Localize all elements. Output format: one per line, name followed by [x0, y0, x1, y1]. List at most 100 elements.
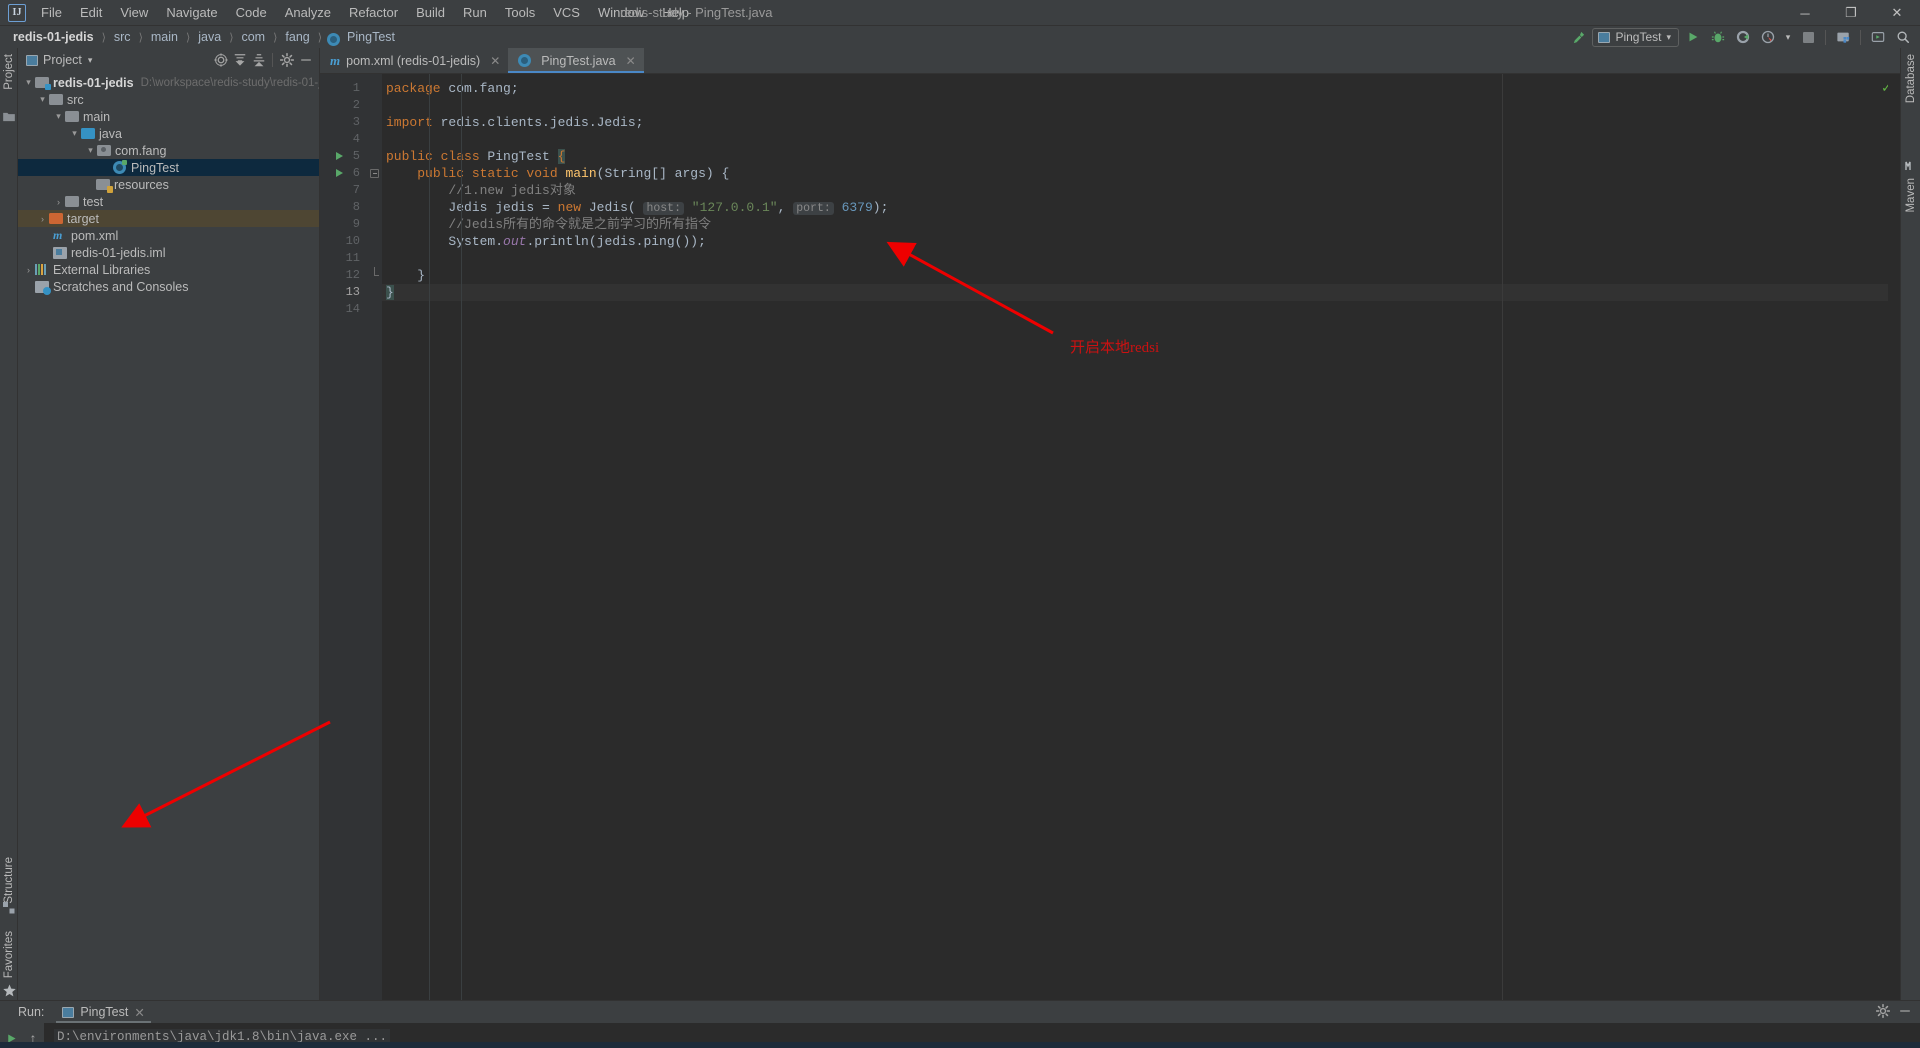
- menu-code[interactable]: Code: [227, 2, 276, 23]
- code-text[interactable]: package com.fang; import redis.clients.j…: [382, 74, 1900, 1000]
- code-line-1: package com.fang;: [386, 81, 519, 96]
- search-everywhere-icon[interactable]: [1892, 27, 1914, 47]
- menu-tools[interactable]: Tools: [496, 2, 544, 23]
- chevron-down-icon[interactable]: ▾: [52, 111, 65, 122]
- annotation-label-redis: 开启本地redsi: [1070, 340, 1160, 356]
- breadcrumb-item-pingtest[interactable]: PingTest: [344, 29, 398, 45]
- chevron-right-icon[interactable]: ›: [36, 214, 49, 224]
- code-line-10: System.out.println(jedis.ping());: [386, 234, 706, 249]
- updates-icon[interactable]: [1867, 27, 1889, 47]
- menu-run[interactable]: Run: [454, 2, 496, 23]
- close-button[interactable]: ✕: [1874, 0, 1920, 26]
- fold-region-handle[interactable]: [368, 165, 382, 182]
- chevron-right-icon[interactable]: ›: [52, 197, 65, 207]
- project-panel-title: Project: [43, 53, 82, 67]
- close-icon[interactable]: ✕: [626, 54, 636, 68]
- tree-node-external-libraries[interactable]: › External Libraries: [18, 261, 319, 278]
- tree-node-redis-01-jedis[interactable]: ▾ redis-01-jedis D:\workspace\redis-stud…: [18, 74, 319, 91]
- tree-node-com-fang[interactable]: ▾ com.fang: [18, 142, 319, 159]
- menu-file[interactable]: File: [32, 2, 71, 23]
- tab-pingtest-java[interactable]: PingTest.java ✕: [508, 48, 645, 73]
- maximize-button[interactable]: ❐: [1828, 0, 1874, 26]
- breadcrumb: redis-01-jedis ⟩ src ⟩ main ⟩ java ⟩ com…: [0, 29, 398, 46]
- tree-node-label: target: [67, 211, 99, 226]
- tree-node-target[interactable]: › target: [18, 210, 319, 227]
- menu-refactor[interactable]: Refactor: [340, 2, 407, 23]
- run-gutter-icon[interactable]: [336, 169, 343, 177]
- hide-panel-icon[interactable]: [296, 51, 315, 70]
- chevron-down-icon[interactable]: ▾: [36, 94, 49, 105]
- close-icon[interactable]: ✕: [490, 54, 500, 68]
- main-area: Project Structure Favorites Project ▾ ▾ …: [0, 48, 1920, 1000]
- menu-build[interactable]: Build: [407, 2, 454, 23]
- breadcrumb-separator: ⟩: [138, 31, 143, 44]
- menu-analyze[interactable]: Analyze: [276, 2, 340, 23]
- run-panel-label: Run:: [18, 1005, 45, 1019]
- breadcrumb-item-java[interactable]: java: [195, 29, 224, 45]
- close-icon[interactable]: ✕: [134, 1005, 144, 1020]
- chevron-down-icon[interactable]: ▾: [88, 55, 93, 66]
- panel-divider: [272, 53, 273, 67]
- tool-window-button-favorites[interactable]: Favorites: [3, 931, 15, 978]
- run-gutter-icon[interactable]: [336, 152, 343, 160]
- settings-gear-icon[interactable]: [277, 51, 296, 70]
- breadcrumb-separator: ⟩: [273, 31, 278, 44]
- code-line-3: import redis.clients.jedis.Jedis;: [386, 115, 644, 130]
- tab-pom-xml[interactable]: m pom.xml (redis-01-jedis) ✕: [320, 48, 508, 73]
- fold-region-end: [368, 267, 382, 284]
- tree-node-main[interactable]: ▾ main: [18, 108, 319, 125]
- breadcrumb-item-project[interactable]: redis-01-jedis: [10, 29, 97, 45]
- hammer-icon[interactable]: [1567, 27, 1589, 47]
- expand-all-icon[interactable]: [230, 51, 249, 70]
- tree-node-resources[interactable]: resources: [18, 176, 319, 193]
- debug-icon[interactable]: [1707, 27, 1729, 47]
- folder-icon[interactable]: [3, 110, 15, 122]
- tool-window-button-project[interactable]: Project: [3, 54, 15, 90]
- run-configuration-selector[interactable]: PingTest ▾: [1592, 27, 1679, 47]
- breadcrumb-item-fang[interactable]: fang: [282, 29, 312, 45]
- code-line-12: }: [386, 268, 426, 283]
- menu-view[interactable]: View: [111, 2, 157, 23]
- profiler-dropdown-caret-icon[interactable]: ▾: [1782, 27, 1794, 47]
- breadcrumb-item-com[interactable]: com: [238, 29, 268, 45]
- left-tool-strip: Project Structure Favorites: [0, 48, 18, 1000]
- chevron-down-icon[interactable]: ▾: [68, 128, 81, 139]
- tree-node-pom-xml[interactable]: m pom.xml: [18, 227, 319, 244]
- profiler-icon[interactable]: [1757, 27, 1779, 47]
- breadcrumb-item-main[interactable]: main: [148, 29, 181, 45]
- code-folding-gutter: [368, 74, 382, 1000]
- run-with-coverage-icon[interactable]: [1732, 27, 1754, 47]
- tool-window-button-database[interactable]: Database: [1905, 54, 1917, 103]
- settings-gear-icon[interactable]: [1875, 1003, 1891, 1021]
- run-icon[interactable]: [1682, 27, 1704, 47]
- code-editor[interactable]: 1 2 3 4 5 6 7 8 9 10 11 12 13 14 package…: [320, 74, 1900, 1000]
- chevron-right-icon[interactable]: ›: [22, 265, 35, 275]
- project-structure-icon[interactable]: [1832, 27, 1854, 47]
- chevron-down-icon[interactable]: ▾: [84, 145, 97, 156]
- collapse-all-icon[interactable]: [249, 51, 268, 70]
- run-tool-window: Run: PingTest ✕ » ↑: [0, 1000, 1920, 1048]
- project-tool-window: Project ▾ ▾ redis-01-jedis D:\workspace\…: [18, 48, 320, 1000]
- tool-window-button-structure[interactable]: Structure: [3, 857, 15, 904]
- tree-node-src[interactable]: ▾ src: [18, 91, 319, 108]
- menu-bar: File Edit View Navigate Code Analyze Ref…: [32, 2, 698, 23]
- minimize-button[interactable]: ─: [1782, 0, 1828, 26]
- menu-vcs[interactable]: VCS: [544, 2, 589, 23]
- run-tab-pingtest[interactable]: PingTest ✕: [56, 1001, 152, 1023]
- locate-icon[interactable]: [211, 51, 230, 70]
- breadcrumb-item-src[interactable]: src: [111, 29, 134, 45]
- tree-node-pingtest[interactable]: PingTest: [18, 159, 319, 176]
- run-panel-header-actions: [1875, 1001, 1912, 1023]
- tool-window-button-maven[interactable]: Maven: [1905, 178, 1917, 213]
- chevron-down-icon[interactable]: ▾: [22, 77, 35, 88]
- editor-scrollbar[interactable]: [1888, 74, 1900, 1000]
- stop-icon[interactable]: [1797, 27, 1819, 47]
- line-number: 9: [352, 217, 360, 231]
- tree-node-iml-file[interactable]: redis-01-jedis.iml: [18, 244, 319, 261]
- menu-navigate[interactable]: Navigate: [157, 2, 226, 23]
- menu-edit[interactable]: Edit: [71, 2, 111, 23]
- tree-node-scratches[interactable]: Scratches and Consoles: [18, 278, 319, 295]
- tree-node-test[interactable]: › test: [18, 193, 319, 210]
- hide-panel-icon[interactable]: [1898, 1004, 1912, 1021]
- tree-node-java[interactable]: ▾ java: [18, 125, 319, 142]
